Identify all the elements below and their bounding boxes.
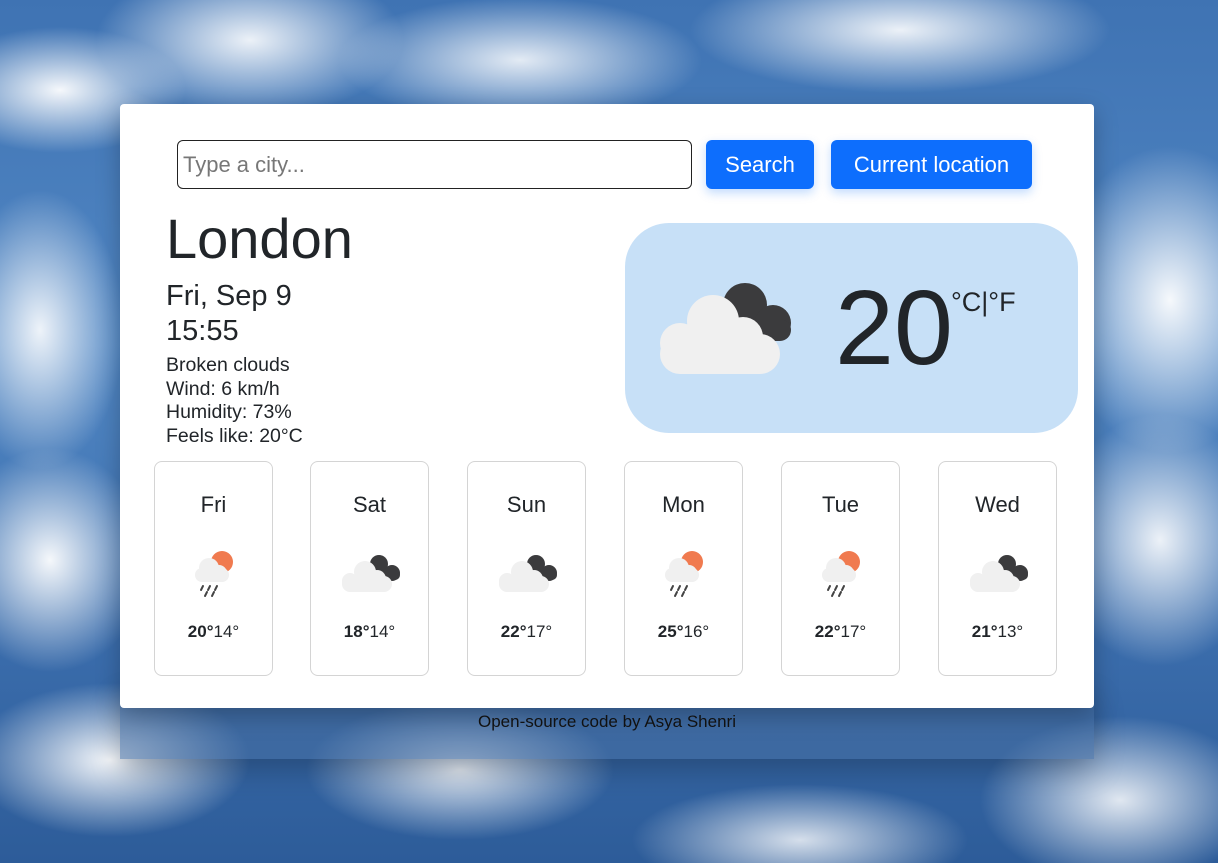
feels-like: Feels like: 20°C	[166, 424, 303, 447]
unit-toggle[interactable]: °C|°F	[951, 287, 1016, 318]
current-time: 15:55	[166, 315, 239, 347]
weather-details: Broken clouds Wind: 6 km/h Humidity: 73%…	[166, 354, 303, 448]
current-temperature: 20	[835, 269, 953, 387]
forecast-day-name: Sun	[506, 492, 547, 517]
forecast-min-temp: 14°	[213, 622, 240, 641]
rain-sun-icon	[822, 551, 860, 597]
forecast-day-card: Tue 22°17°	[781, 461, 900, 676]
forecast-day-name: Sat	[352, 492, 387, 517]
forecast-temps: 18°14°	[311, 622, 428, 642]
city-search-input[interactable]	[177, 140, 692, 189]
forecast-max-temp: 21°	[971, 622, 998, 641]
forecast-day-card: Fri 20°14°	[154, 461, 273, 676]
rain-sun-icon	[665, 551, 703, 597]
forecast-max-temp: 22°	[814, 622, 841, 641]
forecast-day-card: Mon 25°16°	[624, 461, 743, 676]
forecast-max-temp: 18°	[343, 622, 370, 641]
humidity: Humidity: 73%	[166, 401, 292, 423]
forecast-day-card: Wed 21°13°	[938, 461, 1057, 676]
current-date: Fri, Sep 9	[166, 280, 292, 312]
forecast-temps: 20°14°	[155, 622, 272, 642]
forecast-min-temp: 17°	[840, 622, 867, 641]
wind-speed: Wind: 6 km/h	[166, 377, 280, 400]
forecast-day-name: Wed	[975, 492, 1020, 517]
forecast-min-temp: 17°	[526, 622, 553, 641]
current-location-button[interactable]: Current location	[831, 140, 1032, 189]
forecast-day-name: Tue	[821, 492, 860, 517]
forecast-min-temp: 16°	[683, 622, 710, 641]
forecast-day-card: Sun 22°17°	[467, 461, 586, 676]
broken-clouds-icon	[660, 283, 791, 374]
forecast-temps: 22°17°	[782, 622, 899, 642]
city-name: London	[166, 207, 353, 270]
broken-clouds-icon	[970, 555, 1028, 592]
broken-clouds-icon	[342, 555, 400, 592]
forecast-min-temp: 14°	[369, 622, 396, 641]
forecast-day-name: Fri	[200, 492, 227, 517]
search-button[interactable]: Search	[706, 140, 814, 189]
weather-card: Search Current location London Fri, Sep …	[120, 104, 1094, 708]
forecast-temps: 21°13°	[939, 622, 1056, 642]
footer-credit[interactable]: Open-source code by Asya Shenri	[120, 712, 1094, 732]
forecast-day-card: Sat 18°14°	[310, 461, 429, 676]
forecast-temps: 25°16°	[625, 622, 742, 642]
weather-description: Broken clouds	[166, 354, 290, 376]
forecast-min-temp: 13°	[997, 622, 1024, 641]
forecast-max-temp: 22°	[500, 622, 527, 641]
forecast-max-temp: 25°	[657, 622, 684, 641]
current-weather-box: 20 °C|°F	[625, 223, 1078, 433]
forecast-max-temp: 20°	[187, 622, 214, 641]
rain-sun-icon	[195, 551, 233, 597]
forecast-temps: 22°17°	[468, 622, 585, 642]
broken-clouds-icon	[499, 555, 557, 592]
forecast-day-name: Mon	[662, 492, 705, 517]
